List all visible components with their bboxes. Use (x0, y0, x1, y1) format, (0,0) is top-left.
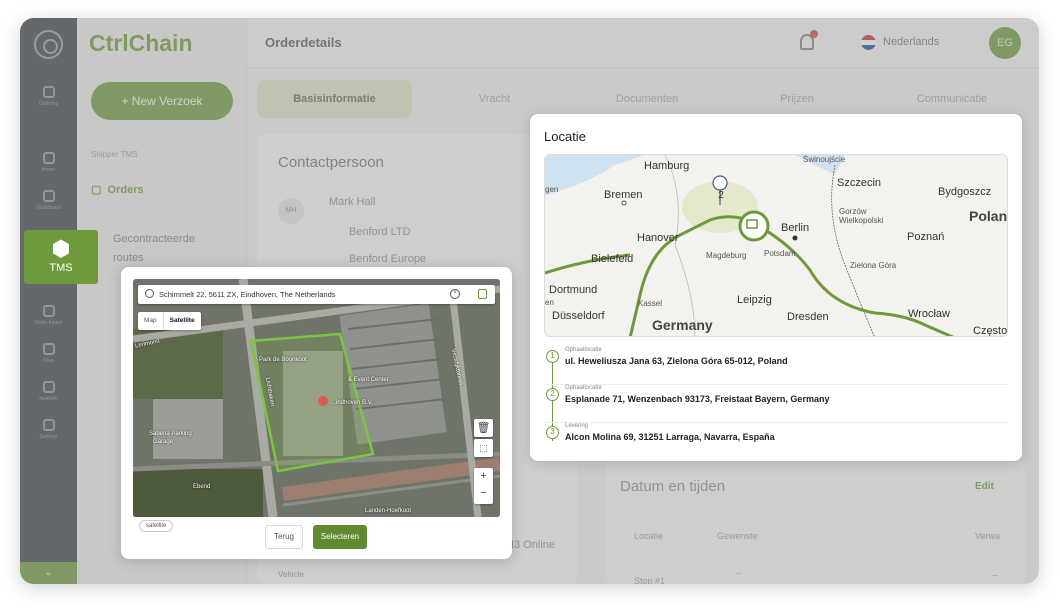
stop-address: Esplanade 71, Wenzenbach 93173, Freistaa… (565, 394, 830, 404)
map-label: en (545, 298, 554, 307)
map-label: Ebend (193, 484, 211, 490)
map-label: Poznań (907, 231, 945, 243)
map-label: Dortmund (549, 284, 598, 296)
stop-number: 2 (546, 388, 559, 401)
map-label: Bielefeld (591, 253, 634, 265)
map-label: Często (973, 325, 1008, 337)
map-label: Gorzów Wielkopolski (839, 207, 884, 225)
list-item: 1 Ophaallocatie ul. Heweliusza Jana 63, … (544, 347, 1008, 385)
draw-shape-button[interactable]: ⬚ (474, 439, 493, 457)
zoom-controls: + − (474, 468, 493, 504)
clear-icon[interactable]: × (450, 289, 460, 299)
map-label: Park de Boonkoot (259, 357, 307, 363)
map-type-chip: satellite (139, 520, 174, 532)
map-label: Düsseldorf (552, 310, 605, 322)
map-label: Leipzig (737, 294, 772, 306)
map-type-satellite-button[interactable]: Satellite (162, 312, 201, 330)
map-label: Bremen (604, 189, 643, 201)
map-label: ...indhoven B.V. (331, 400, 373, 406)
map-label: Potsdam (764, 249, 796, 258)
map-label: Kassel (638, 299, 663, 308)
copy-icon[interactable] (478, 289, 487, 299)
stop-type: Ophaallocatie (565, 385, 602, 391)
satellite-picker-popup: Schimmelt 22, 5611 ZX, Eindhoven, The Ne… (121, 267, 512, 559)
map-label: Berlin (781, 222, 810, 234)
stop-number: 3 (546, 426, 559, 439)
map-label: Wrocław (908, 308, 950, 320)
stop-type: Ophaallocatie (565, 347, 602, 353)
map-label: Magdeburg (706, 251, 747, 260)
map-label: & Event Center (348, 377, 389, 383)
zoom-out-button[interactable]: − (474, 485, 493, 502)
map-pin-count[interactable]: 2 (716, 190, 726, 201)
cubes-icon: ⬢ (51, 236, 71, 261)
map-label: Garage (153, 439, 174, 445)
delete-shape-button[interactable]: 🗑 (474, 419, 493, 437)
polygon-icon: ⬚ (479, 443, 488, 453)
map-type-toggle: Map Satellite (138, 312, 201, 330)
stop-type: Levering (565, 423, 589, 429)
select-button[interactable]: Selecteren (313, 525, 367, 549)
route-map[interactable]: Hamburg Świnoujście Szczecin Bydgoszcz B… (544, 154, 1008, 337)
map-type-map-button[interactable]: Map (138, 312, 163, 330)
address-search-input[interactable]: Schimmelt 22, 5611 ZX, Eindhoven, The Ne… (138, 285, 495, 304)
map-label: Hanover (637, 232, 679, 244)
map-label: Bydgoszcz (938, 186, 992, 198)
list-item: 3 Levering Alcon Molina 69, 31251 Larrag… (544, 423, 1008, 461)
stop-number: 1 (546, 350, 559, 363)
map-label: Dresden (787, 311, 829, 323)
zoom-in-button[interactable]: + (474, 468, 493, 485)
rail-item-tms[interactable]: ⬢ TMS (24, 230, 98, 284)
location-popup: Locatie Hamburg Świnoujście Szczecin Byd… (530, 114, 1022, 461)
rail-label: TMS (49, 262, 73, 274)
trash-icon: 🗑 (476, 422, 491, 434)
map-label: gen (545, 185, 559, 194)
satellite-map[interactable]: Schimmelt 22, 5611 ZX, Eindhoven, The Ne… (133, 279, 500, 517)
list-item: 2 Ophaallocatie Esplanade 71, Wenzenbach… (544, 385, 1008, 423)
stop-address: ul. Heweliusza Jana 63, Zielona Góra 65-… (565, 356, 788, 366)
stops-list: 1 Ophaallocatie ul. Heweliusza Jana 63, … (544, 347, 1008, 461)
map-label: Zielona Góra (850, 261, 897, 270)
map-label: Hamburg (644, 160, 690, 172)
map-label: Świnoujście (803, 155, 846, 164)
stop-address: Alcon Molina 69, 31251 Larraga, Navarra,… (565, 432, 775, 442)
map-label: Szczecin (837, 177, 882, 189)
search-icon (145, 289, 154, 298)
map-label: Germany (652, 317, 713, 333)
map-label: Landen-Hoefkoot (365, 508, 412, 514)
address-search-value: Schimmelt 22, 5611 ZX, Eindhoven, The Ne… (159, 290, 336, 299)
map-label: Polan (969, 208, 1008, 224)
back-button[interactable]: Terug (265, 525, 303, 549)
location-title: Locatie (544, 129, 586, 144)
map-label: Sabena Parking (149, 431, 192, 437)
